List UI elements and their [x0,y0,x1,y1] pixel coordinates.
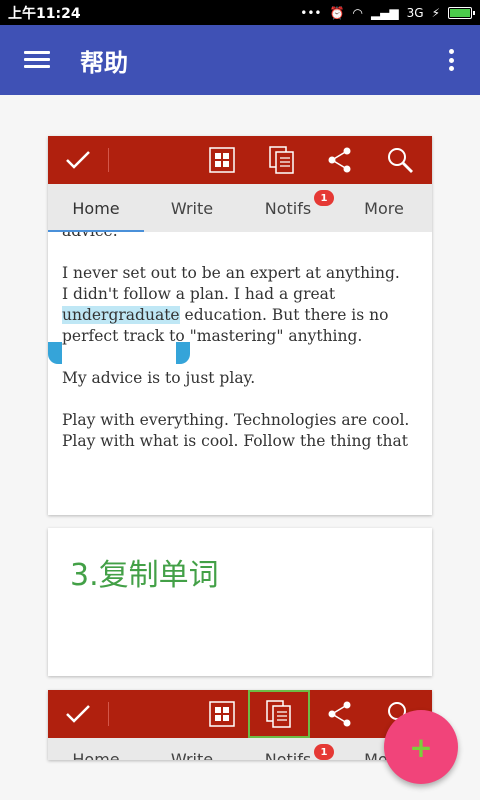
copy-icon[interactable] [262,136,302,184]
doc-paragraph: Play with everything. Technologies are c… [62,411,410,450]
network-type: 3G [406,5,424,20]
selection-handle-left[interactable] [48,342,62,364]
signal-dots-icon: ••• [300,5,322,20]
status-time: 上午11:24 [8,5,81,22]
share-icon[interactable] [320,690,360,738]
battery-icon [448,6,475,19]
copy-icon-highlighted[interactable] [248,690,310,738]
editor-toolbar [48,136,432,184]
help-card-1: Home Write Notifs More 1 advice. I never… [48,136,432,515]
selection-handle-right[interactable] [176,342,190,364]
grid-icon[interactable] [202,690,242,738]
charging-icon: ⚡ [431,5,440,20]
doc-paragraph: My advice is to just play. [62,369,256,387]
alarm-icon: ⏰ [329,5,345,20]
page-title: 帮助 [80,48,128,77]
selected-word[interactable]: undergraduate [62,306,180,324]
add-fab-button[interactable]: + [384,710,458,784]
menu-icon[interactable] [24,51,50,69]
notification-badge: 1 [314,744,334,760]
grid-icon[interactable] [202,136,242,184]
search-icon[interactable] [380,136,420,184]
tab-home[interactable]: Home [48,199,144,218]
tab-more[interactable]: More [336,199,432,218]
share-icon[interactable] [320,136,360,184]
editor-toolbar [48,690,432,738]
help-card-3: Home Write Notifs More 1 [48,690,432,760]
app-bar: 帮助 [0,25,480,95]
notification-badge: 1 [314,190,334,206]
doc-line: advice. [62,232,418,242]
editor-tabs: Home Write Notifs More 1 [48,738,432,760]
tab-write[interactable]: Write [144,750,240,760]
doc-paragraph: I never set out to be an expert at anyth… [62,264,400,345]
check-icon[interactable] [58,690,98,738]
help-card-2: 3.复制单词 [48,528,432,676]
document-body: advice. I never set out to be an expert … [48,232,432,515]
check-icon[interactable] [58,136,98,184]
step-title: 3.复制单词 [70,558,219,593]
editor-tabs: Home Write Notifs More 1 [48,184,432,232]
more-vert-icon[interactable] [449,49,454,71]
wifi-icon: ◠ [352,5,363,20]
tab-home[interactable]: Home [48,750,144,760]
status-icons: ••• ⏰ ◠ ▂▄▆ 3G ⚡ [300,5,475,20]
cell-signal-icon: ▂▄▆ [370,5,399,20]
status-bar: 上午11:24 ••• ⏰ ◠ ▂▄▆ 3G ⚡ [0,0,480,25]
tab-write[interactable]: Write [144,199,240,218]
